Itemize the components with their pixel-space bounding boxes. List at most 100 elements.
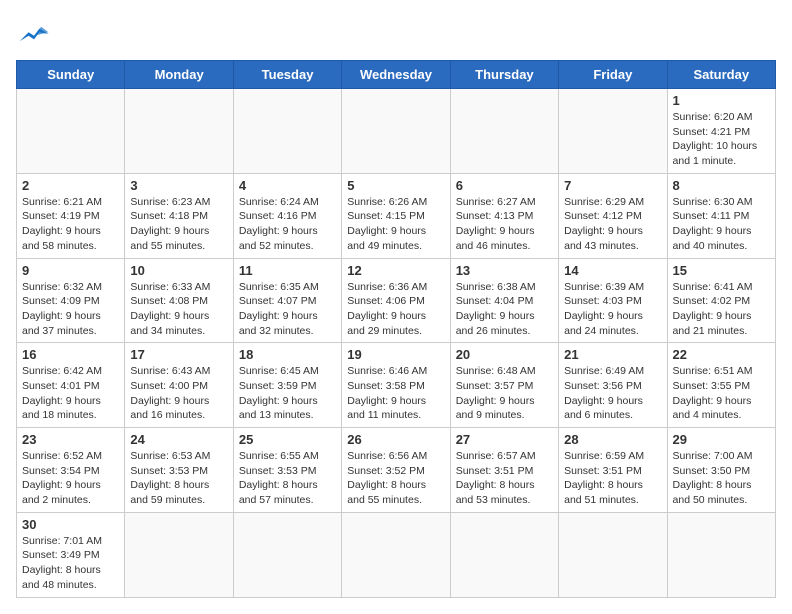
day-info: Sunrise: 6:27 AM Sunset: 4:13 PM Dayligh… [456, 195, 553, 254]
day-info: Sunrise: 6:49 AM Sunset: 3:56 PM Dayligh… [564, 364, 661, 423]
day-cell: 17 Sunrise: 6:43 AM Sunset: 4:00 PM Dayli… [125, 343, 233, 428]
day-cell: 18Sunrise: 6:45 AM Sunset: 3:59 PM Dayli… [233, 343, 341, 428]
day-cell: 1 Sunrise: 6:20 AM Sunset: 4:21 PM Daylig… [667, 89, 775, 174]
day-cell [342, 512, 450, 597]
day-header-row: SundayMondayTuesdayWednesdayThursdayFrid… [17, 61, 776, 89]
day-info: Sunrise: 6:57 AM Sunset: 3:51 PM Dayligh… [456, 449, 553, 508]
day-number: 6 [456, 178, 553, 193]
day-cell: 22Sunrise: 6:51 AM Sunset: 3:55 PM Dayli… [667, 343, 775, 428]
day-info: Sunrise: 7:01 AM Sunset: 3:49 PM Dayligh… [22, 534, 119, 593]
day-number: 17 [130, 347, 227, 362]
day-cell: 19 Sunrise: 6:46 AM Sunset: 3:58 PM Dayli… [342, 343, 450, 428]
day-info: Sunrise: 6:23 AM Sunset: 4:18 PM Dayligh… [130, 195, 227, 254]
day-number: 4 [239, 178, 336, 193]
day-number: 30 [22, 517, 119, 532]
day-number: 23 [22, 432, 119, 447]
column-header-sunday: Sunday [17, 61, 125, 89]
day-info: Sunrise: 6:42 AM Sunset: 4:01 PM Dayligh… [22, 364, 119, 423]
day-info: Sunrise: 6:39 AM Sunset: 4:03 PM Dayligh… [564, 280, 661, 339]
day-cell: 4 Sunrise: 6:24 AM Sunset: 4:16 PM Daylig… [233, 173, 341, 258]
page-header [16, 16, 776, 52]
day-cell: 3 Sunrise: 6:23 AM Sunset: 4:18 PM Daylig… [125, 173, 233, 258]
day-number: 14 [564, 263, 661, 278]
day-cell: 30 Sunrise: 7:01 AM Sunset: 3:49 PM Dayli… [17, 512, 125, 597]
day-number: 27 [456, 432, 553, 447]
day-number: 16 [22, 347, 119, 362]
day-info: Sunrise: 6:30 AM Sunset: 4:11 PM Dayligh… [673, 195, 770, 254]
day-info: Sunrise: 6:38 AM Sunset: 4:04 PM Dayligh… [456, 280, 553, 339]
day-number: 28 [564, 432, 661, 447]
day-number: 22 [673, 347, 770, 362]
week-row-2: 2Sunrise: 6:21 AM Sunset: 4:19 PM Daylig… [17, 173, 776, 258]
day-cell [559, 89, 667, 174]
day-cell [233, 512, 341, 597]
day-cell: 23 Sunrise: 6:52 AM Sunset: 3:54 PM Dayli… [17, 428, 125, 513]
day-info: Sunrise: 6:29 AM Sunset: 4:12 PM Dayligh… [564, 195, 661, 254]
day-number: 1 [673, 93, 770, 108]
day-info: Sunrise: 6:24 AM Sunset: 4:16 PM Dayligh… [239, 195, 336, 254]
day-info: Sunrise: 6:20 AM Sunset: 4:21 PM Dayligh… [673, 110, 770, 169]
column-header-wednesday: Wednesday [342, 61, 450, 89]
day-info: Sunrise: 6:59 AM Sunset: 3:51 PM Dayligh… [564, 449, 661, 508]
day-number: 13 [456, 263, 553, 278]
day-cell: 13 Sunrise: 6:38 AM Sunset: 4:04 PM Dayli… [450, 258, 558, 343]
day-cell: 16 Sunrise: 6:42 AM Sunset: 4:01 PM Dayli… [17, 343, 125, 428]
logo [16, 16, 56, 52]
day-number: 5 [347, 178, 444, 193]
day-cell: 7 Sunrise: 6:29 AM Sunset: 4:12 PM Daylig… [559, 173, 667, 258]
day-number: 24 [130, 432, 227, 447]
day-cell: 24 Sunrise: 6:53 AM Sunset: 3:53 PM Dayli… [125, 428, 233, 513]
calendar-header: SundayMondayTuesdayWednesdayThursdayFrid… [17, 61, 776, 89]
day-number: 25 [239, 432, 336, 447]
day-cell: 27 Sunrise: 6:57 AM Sunset: 3:51 PM Dayli… [450, 428, 558, 513]
day-cell [450, 512, 558, 597]
week-row-3: 9Sunrise: 6:32 AM Sunset: 4:09 PM Daylig… [17, 258, 776, 343]
day-info: Sunrise: 7:00 AM Sunset: 3:50 PM Dayligh… [673, 449, 770, 508]
calendar-table: SundayMondayTuesdayWednesdayThursdayFrid… [16, 60, 776, 598]
day-cell [450, 89, 558, 174]
day-cell: 29 Sunrise: 7:00 AM Sunset: 3:50 PM Dayli… [667, 428, 775, 513]
day-info: Sunrise: 6:36 AM Sunset: 4:06 PM Dayligh… [347, 280, 444, 339]
day-cell: 12 Sunrise: 6:36 AM Sunset: 4:06 PM Dayli… [342, 258, 450, 343]
day-cell: 11 Sunrise: 6:35 AM Sunset: 4:07 PM Dayli… [233, 258, 341, 343]
column-header-saturday: Saturday [667, 61, 775, 89]
day-info: Sunrise: 6:56 AM Sunset: 3:52 PM Dayligh… [347, 449, 444, 508]
day-info: Sunrise: 6:21 AM Sunset: 4:19 PM Dayligh… [22, 195, 119, 254]
day-number: 11 [239, 263, 336, 278]
day-info: Sunrise: 6:32 AM Sunset: 4:09 PM Dayligh… [22, 280, 119, 339]
day-info: Sunrise: 6:48 AM Sunset: 3:57 PM Dayligh… [456, 364, 553, 423]
day-number: 29 [673, 432, 770, 447]
day-cell [342, 89, 450, 174]
day-number: 7 [564, 178, 661, 193]
column-header-friday: Friday [559, 61, 667, 89]
day-cell: 15Sunrise: 6:41 AM Sunset: 4:02 PM Dayli… [667, 258, 775, 343]
day-cell: 26Sunrise: 6:56 AM Sunset: 3:52 PM Dayli… [342, 428, 450, 513]
day-cell: 2Sunrise: 6:21 AM Sunset: 4:19 PM Daylig… [17, 173, 125, 258]
day-info: Sunrise: 6:52 AM Sunset: 3:54 PM Dayligh… [22, 449, 119, 508]
day-info: Sunrise: 6:46 AM Sunset: 3:58 PM Dayligh… [347, 364, 444, 423]
week-row-1: 1 Sunrise: 6:20 AM Sunset: 4:21 PM Daylig… [17, 89, 776, 174]
column-header-thursday: Thursday [450, 61, 558, 89]
column-header-tuesday: Tuesday [233, 61, 341, 89]
day-cell: 20 Sunrise: 6:48 AM Sunset: 3:57 PM Dayli… [450, 343, 558, 428]
day-info: Sunrise: 6:43 AM Sunset: 4:00 PM Dayligh… [130, 364, 227, 423]
day-cell [125, 89, 233, 174]
day-info: Sunrise: 6:35 AM Sunset: 4:07 PM Dayligh… [239, 280, 336, 339]
day-info: Sunrise: 6:55 AM Sunset: 3:53 PM Dayligh… [239, 449, 336, 508]
day-cell [17, 89, 125, 174]
day-cell [125, 512, 233, 597]
day-cell: 10Sunrise: 6:33 AM Sunset: 4:08 PM Dayli… [125, 258, 233, 343]
day-cell: 28 Sunrise: 6:59 AM Sunset: 3:51 PM Dayli… [559, 428, 667, 513]
day-number: 19 [347, 347, 444, 362]
day-number: 15 [673, 263, 770, 278]
day-cell [559, 512, 667, 597]
day-number: 12 [347, 263, 444, 278]
day-number: 20 [456, 347, 553, 362]
day-info: Sunrise: 6:53 AM Sunset: 3:53 PM Dayligh… [130, 449, 227, 508]
day-cell: 5Sunrise: 6:26 AM Sunset: 4:15 PM Daylig… [342, 173, 450, 258]
logo-icon [16, 16, 52, 52]
day-cell: 14 Sunrise: 6:39 AM Sunset: 4:03 PM Dayli… [559, 258, 667, 343]
day-number: 3 [130, 178, 227, 193]
day-cell: 25 Sunrise: 6:55 AM Sunset: 3:53 PM Dayli… [233, 428, 341, 513]
week-row-6: 30 Sunrise: 7:01 AM Sunset: 3:49 PM Dayli… [17, 512, 776, 597]
